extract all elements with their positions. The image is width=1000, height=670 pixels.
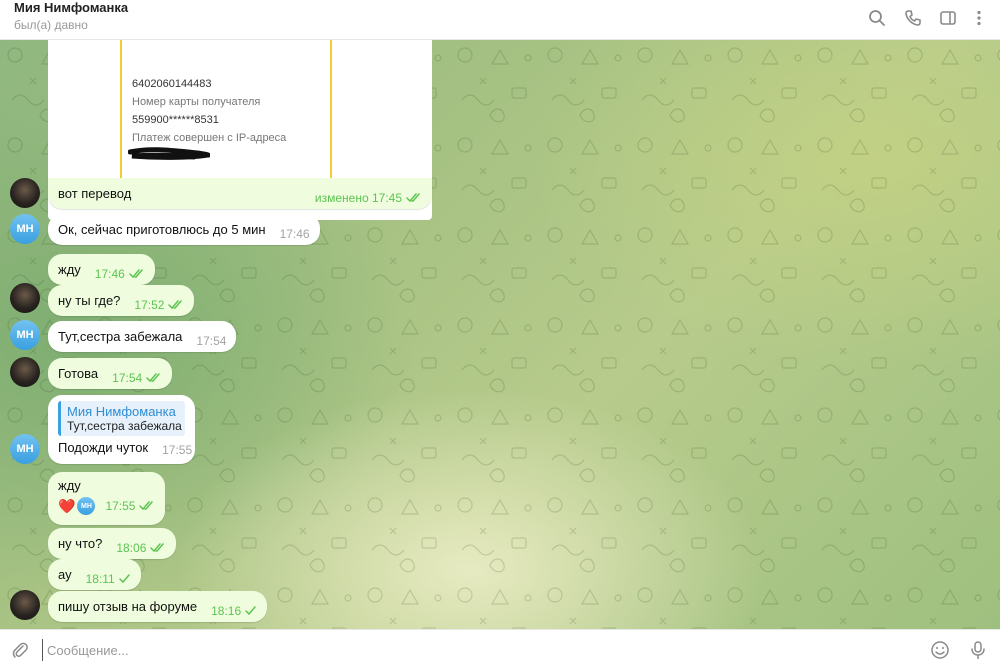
message-input[interactable] xyxy=(42,639,902,661)
message-bubble[interactable]: Тут,сестра забежала 17:54 xyxy=(48,321,237,352)
message-meta: 17:54 xyxy=(112,371,162,385)
microphone-icon[interactable] xyxy=(966,638,990,662)
search-icon[interactable] xyxy=(865,6,889,30)
message-meta: 18:06 xyxy=(116,541,166,555)
single-check-icon xyxy=(118,573,130,583)
receipt-card-value: 559900******8531 xyxy=(132,114,219,126)
message-time: 17:46 xyxy=(94,266,125,281)
avatar[interactable] xyxy=(10,590,40,620)
message-time: 18:11 xyxy=(85,571,115,586)
message-bubble[interactable]: жду 17:46 xyxy=(48,254,155,285)
message-text: ну что? xyxy=(58,536,103,551)
message-time: 17:46 xyxy=(279,226,310,241)
message-meta: 17:46 xyxy=(95,267,145,281)
reaction-user-avatar: МН xyxy=(77,497,96,515)
message-time: 17:54 xyxy=(196,333,227,348)
receipt-card-label: Номер карты получателя xyxy=(132,96,261,108)
message-bubble[interactable]: вот перевод изменено 17:45 xyxy=(48,178,432,209)
message-text: Готова xyxy=(58,366,99,381)
reply-quote-author: Мия Нимфоманка xyxy=(67,404,176,419)
heart-icon: ❤️ xyxy=(58,497,76,514)
message-text: ау xyxy=(58,567,72,582)
message-text: ну ты где? xyxy=(58,293,121,308)
message-bubble[interactable]: жду ❤️ МН 17:55 xyxy=(48,472,165,525)
reply-message-bubble[interactable]: Мия Нимфоманка Тут,сестра забежала Подож… xyxy=(48,395,195,464)
receipt-number: 6402060144483 xyxy=(132,78,212,90)
phone-icon[interactable] xyxy=(901,6,925,30)
redaction-scribble xyxy=(128,147,210,160)
avatar[interactable] xyxy=(10,283,40,313)
message-time: 18:16 xyxy=(211,603,242,618)
double-check-icon xyxy=(146,372,160,382)
message-text: пишу отзыв на форуме xyxy=(58,599,198,614)
message-meta: 17:52 xyxy=(134,298,184,312)
chat-title[interactable]: Мия Нимфоманка xyxy=(14,0,128,15)
double-check-icon xyxy=(129,268,143,278)
double-check-icon xyxy=(150,542,165,552)
receipt-ip-label: Платеж совершен с IP-адреса xyxy=(132,132,287,144)
avatar[interactable] xyxy=(10,357,40,387)
chat-header: Мия Нимфоманка был(а) давно xyxy=(0,0,1000,40)
avatar[interactable]: МН xyxy=(10,434,40,464)
message-text: вот перевод xyxy=(58,186,132,201)
avatar[interactable]: МН xyxy=(10,214,40,244)
message-time: изменено 17:45 xyxy=(314,190,402,205)
chat-history[interactable]: 6402060144483 Номер карты получателя 559… xyxy=(0,40,1000,629)
message-bubble[interactable]: ну что? 18:06 xyxy=(48,528,177,559)
more-vertical-icon[interactable] xyxy=(967,6,991,30)
message-text: Подожди чуток xyxy=(58,440,149,455)
message-time: 17:55 xyxy=(105,499,136,513)
message-time: 17:55 xyxy=(162,443,193,457)
chat-status: был(а) давно xyxy=(14,18,88,32)
message-bubble[interactable]: пишу отзыв на форуме 18:16 xyxy=(48,591,268,622)
emoji-icon[interactable] xyxy=(928,638,952,662)
attach-icon[interactable] xyxy=(8,638,32,662)
avatar[interactable] xyxy=(10,178,40,208)
reply-quote[interactable]: Мия Нимфоманка Тут,сестра забежала xyxy=(58,401,185,436)
message-text: жду xyxy=(58,478,81,493)
message-text: Тут,сестра забежала xyxy=(58,329,183,344)
message-composer xyxy=(0,629,1000,670)
message-time: 17:54 xyxy=(112,370,143,385)
message-text: жду xyxy=(58,262,81,277)
message-meta: 18:11 xyxy=(86,572,131,586)
message-bubble[interactable]: Ок, сейчас приготовлюсь до 5 мин 17:46 xyxy=(48,214,320,245)
avatar[interactable]: МН xyxy=(10,320,40,350)
message-meta: 17:55 xyxy=(105,499,155,513)
double-check-icon xyxy=(406,192,420,202)
sidebar-toggle-icon[interactable] xyxy=(936,6,960,30)
message-time: 17:52 xyxy=(134,297,165,312)
reply-quote-text: Тут,сестра забежала xyxy=(67,419,182,433)
message-bubble[interactable]: Готова 17:54 xyxy=(48,358,173,389)
double-check-icon xyxy=(168,299,183,309)
reaction-badge[interactable]: ❤️ МН xyxy=(58,497,96,515)
message-meta: 18:16 xyxy=(211,604,257,618)
double-check-icon xyxy=(139,501,154,511)
message-meta: изменено 17:45 xyxy=(315,191,422,205)
message-text: Ок, сейчас приготовлюсь до 5 мин xyxy=(58,222,266,237)
single-check-icon xyxy=(245,605,256,615)
message-bubble[interactable]: ау 18:11 xyxy=(48,559,141,590)
message-time: 18:06 xyxy=(116,540,147,555)
message-bubble[interactable]: ну ты где? 17:52 xyxy=(48,285,195,316)
